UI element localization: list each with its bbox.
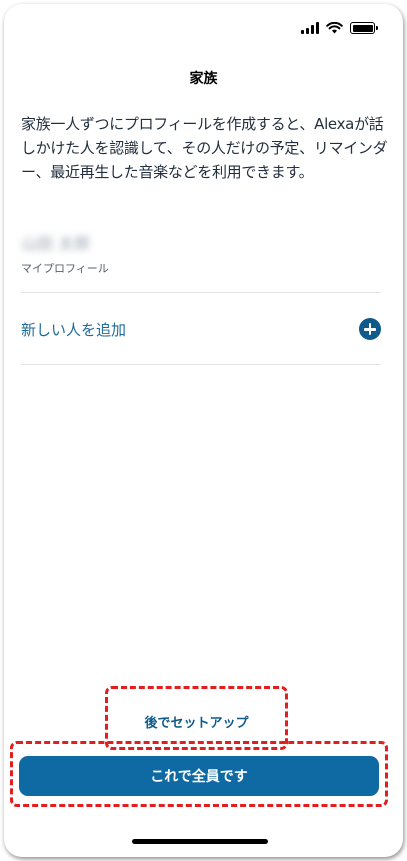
status-bar [301,22,378,34]
page-title: 家族 [189,71,218,87]
description-text: 家族一人ずつにプロフィールを作成すると、Alexaが話しかけた人を認識して、その… [21,115,388,181]
wifi-icon [326,22,343,34]
divider [21,364,381,365]
home-indicator[interactable] [132,839,268,844]
cellular-signal-icon [301,22,319,34]
profile-name: 山田 太郎 [21,234,91,253]
plus-circle-icon[interactable] [359,318,381,340]
add-person-row[interactable]: 新しい人を追加 [4,294,403,364]
done-button[interactable]: これで全員です [19,756,379,796]
divider [21,292,381,293]
profile-subtitle: マイプロフィール [21,262,109,275]
add-person-label: 新しい人を追加 [21,320,127,339]
phone-screen: 家族 家族一人ずつにプロフィールを作成すると、Alexaが話しかけた人を認識して… [4,4,403,857]
setup-later-button[interactable]: 後でセットアップ [105,706,288,736]
battery-icon [350,22,378,34]
